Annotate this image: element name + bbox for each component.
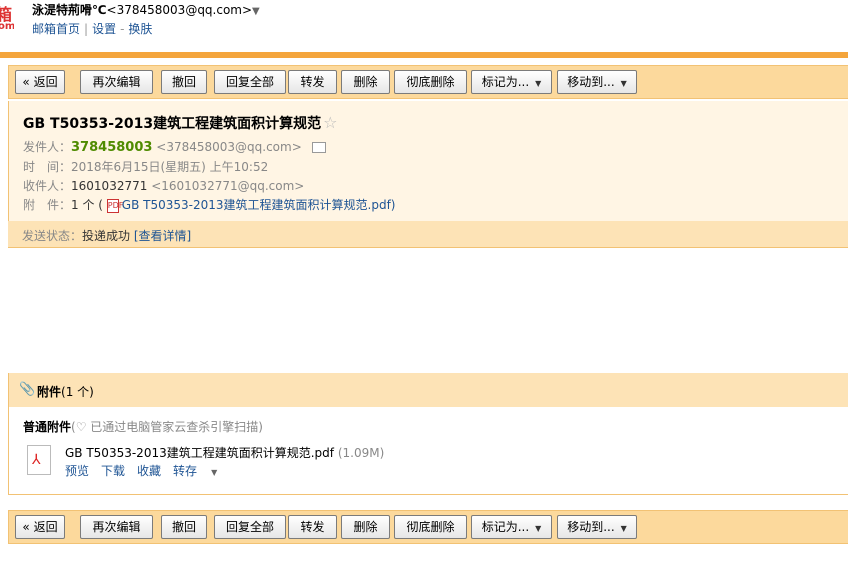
top-bar: 箱 om 泳湜特荊嗗℃<378458003@qq.com>▼ 邮箱首页 | 设置 - 换… <box>0 0 848 52</box>
attachment-file-size: (1.09M) <box>337 446 385 460</box>
attachment-file: GB T50353-2013建筑工程建筑面积计算规范.pdf (1.09M) <box>65 444 384 461</box>
send-status: 发送状态：投递成功 [查看详情] <box>22 227 191 244</box>
to-name[interactable]: 1601032771 <box>71 179 147 193</box>
paperclip-icon: 📎 <box>19 382 36 397</box>
mark-as-label: 标记为... <box>481 75 530 89</box>
account-email: <378458003@qq.com> <box>106 3 253 17</box>
link-separator: | <box>84 22 89 36</box>
reedit-button[interactable]: 再次编辑 <box>80 70 153 94</box>
forward-button[interactable]: 转发 <box>288 515 337 539</box>
send-status-bar: 发送状态：投递成功 [查看详情] <box>8 221 848 248</box>
to-label: 收件人： <box>23 179 72 193</box>
move-to-dropdown[interactable]: 移动到... ▼ <box>557 515 637 539</box>
delete-forever-button[interactable]: 彻底删除 <box>394 515 467 539</box>
chevron-down-icon: ▼ <box>211 468 218 477</box>
attachment-actions: 预览 下载 收藏 转存 ▼ <box>65 462 241 479</box>
mail-subject: GB T50353-2013建筑工程建筑面积计算规范 ☆ <box>23 113 337 133</box>
status-label: 发送状态： <box>22 229 83 243</box>
delete-button[interactable]: 删除 <box>341 70 390 94</box>
attachments-panel: 普通附件(♡ 已通过电脑管家云查杀引擎扫描) ⅄ GB T50353-2013建… <box>8 407 848 495</box>
toolbar-top: « 返回 再次编辑 撤回 回复全部 转发 删除 彻底删除 标记为... ▼ 移动到… <box>8 65 848 99</box>
from-name[interactable]: 378458003 <box>71 140 152 155</box>
recall-button[interactable]: 撤回 <box>161 515 207 539</box>
attachment-file-name[interactable]: GB T50353-2013建筑工程建筑面积计算规范.pdf <box>65 446 334 460</box>
logo-text-line2: om <box>0 21 14 32</box>
link-mailbox-home[interactable]: 邮箱首页 <box>32 22 80 36</box>
contact-card-icon[interactable] <box>311 142 326 153</box>
time-value: 2018年6月15日(星期五) 上午10:52 <box>71 160 269 174</box>
pdf-symbol: ⅄ <box>32 452 41 468</box>
pdf-file-icon: ⅄ <box>27 445 51 475</box>
top-links: 邮箱首页 | 设置 - 换肤 <box>32 20 152 37</box>
to-email: <1601032771@qq.com> <box>151 179 305 193</box>
preview-link[interactable]: 预览 <box>65 464 89 478</box>
account-dropdown-icon[interactable]: ▼ <box>252 6 260 17</box>
download-link[interactable]: 下载 <box>101 464 125 478</box>
chevron-down-icon: ▼ <box>535 79 542 88</box>
chevron-down-icon: ▼ <box>620 524 627 533</box>
attachments-title: 附件(1 个) <box>37 383 94 400</box>
recall-button[interactable]: 撤回 <box>161 70 207 94</box>
back-button[interactable]: « 返回 <box>15 515 65 539</box>
from-row: 发件人：378458003 <378458003@qq.com> <box>23 138 326 155</box>
attachment-close-paren: ) <box>390 198 396 212</box>
save-to-label: 转存 <box>173 464 198 478</box>
back-button[interactable]: « 返回 <box>15 70 65 94</box>
toolbar-bottom: « 返回 再次编辑 撤回 回复全部 转发 删除 彻底删除 标记为... ▼ 移动到… <box>8 510 848 544</box>
delete-button[interactable]: 删除 <box>341 515 390 539</box>
mark-as-dropdown[interactable]: 标记为... ▼ <box>471 70 552 94</box>
from-email: <378458003@qq.com> <box>156 140 302 154</box>
status-value: 投递成功 <box>82 229 131 243</box>
header-divider <box>0 52 848 58</box>
from-label: 发件人： <box>23 140 72 154</box>
reply-all-button[interactable]: 回复全部 <box>214 70 286 94</box>
forward-button[interactable]: 转发 <box>288 70 337 94</box>
attachment-kind-label: 普通附件 <box>23 420 72 434</box>
attachment-kind: 普通附件(♡ 已通过电脑管家云查杀引擎扫描) <box>23 418 263 435</box>
link-settings[interactable]: 设置 <box>92 22 116 36</box>
attachments-header: 📎 附件(1 个) <box>8 373 848 407</box>
subject-text: GB T50353-2013建筑工程建筑面积计算规范 <box>23 116 322 132</box>
reply-all-button[interactable]: 回复全部 <box>214 515 286 539</box>
move-to-label: 移动到... <box>567 75 615 89</box>
move-to-dropdown[interactable]: 移动到... ▼ <box>557 70 637 94</box>
attachments-count: (1 个) <box>61 385 94 399</box>
attachments-title-bold: 附件 <box>37 385 62 399</box>
move-to-label: 移动到... <box>567 520 615 534</box>
time-row: 时 间：2018年6月15日(星期五) 上午10:52 <box>23 158 268 175</box>
chevron-down-icon: ▼ <box>620 79 627 88</box>
scan-note: (♡ 已通过电脑管家云查杀引擎扫描) <box>71 420 263 434</box>
save-to-link[interactable]: 转存 ▼ <box>173 464 229 478</box>
attachment-count: 1 个 ( <box>71 198 103 212</box>
time-label: 时 间： <box>23 160 72 174</box>
attachment-label: 附 件： <box>23 198 72 212</box>
account-nickname: 泳湜特荊嗗℃ <box>32 3 107 17</box>
pdf-icon: PDF <box>106 198 123 213</box>
mail-logo[interactable]: 箱 om <box>0 0 14 36</box>
mark-as-dropdown[interactable]: 标记为... ▼ <box>471 515 552 539</box>
link-skin[interactable]: 换肤 <box>128 22 152 36</box>
star-icon[interactable]: ☆ <box>323 113 337 132</box>
status-detail-link[interactable]: [查看详情] <box>134 229 191 243</box>
attachment-row: 附 件：1 个 ( PDFGB T50353-2013建筑工程建筑面积计算规范.… <box>23 196 395 213</box>
chevron-down-icon: ▼ <box>535 524 542 533</box>
attachment-link[interactable]: GB T50353-2013建筑工程建筑面积计算规范.pdf <box>122 198 391 212</box>
reedit-button[interactable]: 再次编辑 <box>80 515 153 539</box>
account-info[interactable]: 泳湜特荊嗗℃<378458003@qq.com>▼ <box>32 1 260 18</box>
mark-as-label: 标记为... <box>481 520 530 534</box>
to-row: 收件人：1601032771 <1601032771@qq.com> <box>23 177 304 194</box>
link-separator: - <box>120 22 125 36</box>
delete-forever-button[interactable]: 彻底删除 <box>394 70 467 94</box>
favorite-link[interactable]: 收藏 <box>137 464 161 478</box>
